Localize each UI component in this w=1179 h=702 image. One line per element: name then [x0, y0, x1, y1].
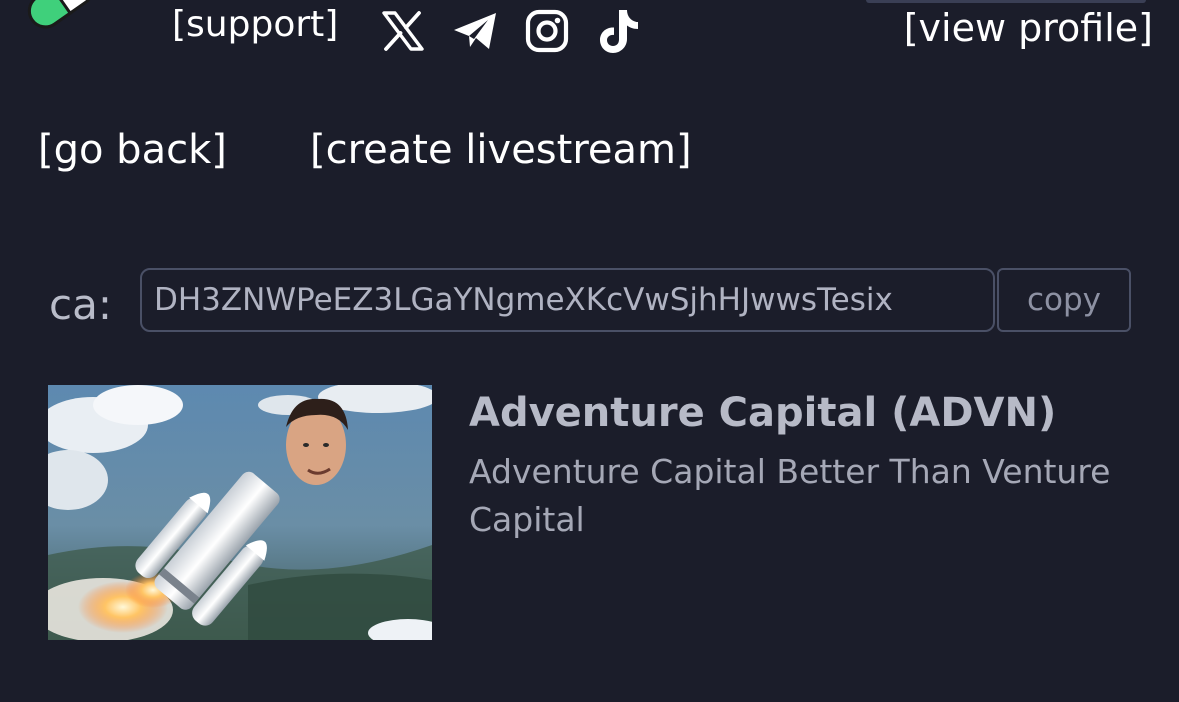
token-image[interactable] — [48, 385, 432, 640]
tiktok-icon[interactable] — [596, 8, 642, 54]
view-profile-underline — [866, 0, 1146, 3]
support-link[interactable]: [support] — [172, 4, 338, 45]
copy-button[interactable]: copy — [997, 268, 1131, 332]
contract-address-label: ca: — [49, 280, 112, 329]
go-back-link[interactable]: [go back] — [38, 127, 227, 173]
token-description: Adventure Capital Better Than Venture Ca… — [469, 452, 1111, 539]
token-name: Adventure Capital (ADVN) — [469, 390, 1057, 436]
view-profile-link[interactable]: [view profile] — [904, 6, 1153, 50]
telegram-icon[interactable] — [452, 8, 498, 54]
x-icon[interactable] — [380, 8, 426, 54]
create-livestream-link[interactable]: [create livestream] — [310, 127, 692, 173]
instagram-icon[interactable] — [524, 8, 570, 54]
contract-address-field[interactable] — [140, 268, 995, 332]
pill-logo-icon[interactable] — [16, 0, 106, 30]
